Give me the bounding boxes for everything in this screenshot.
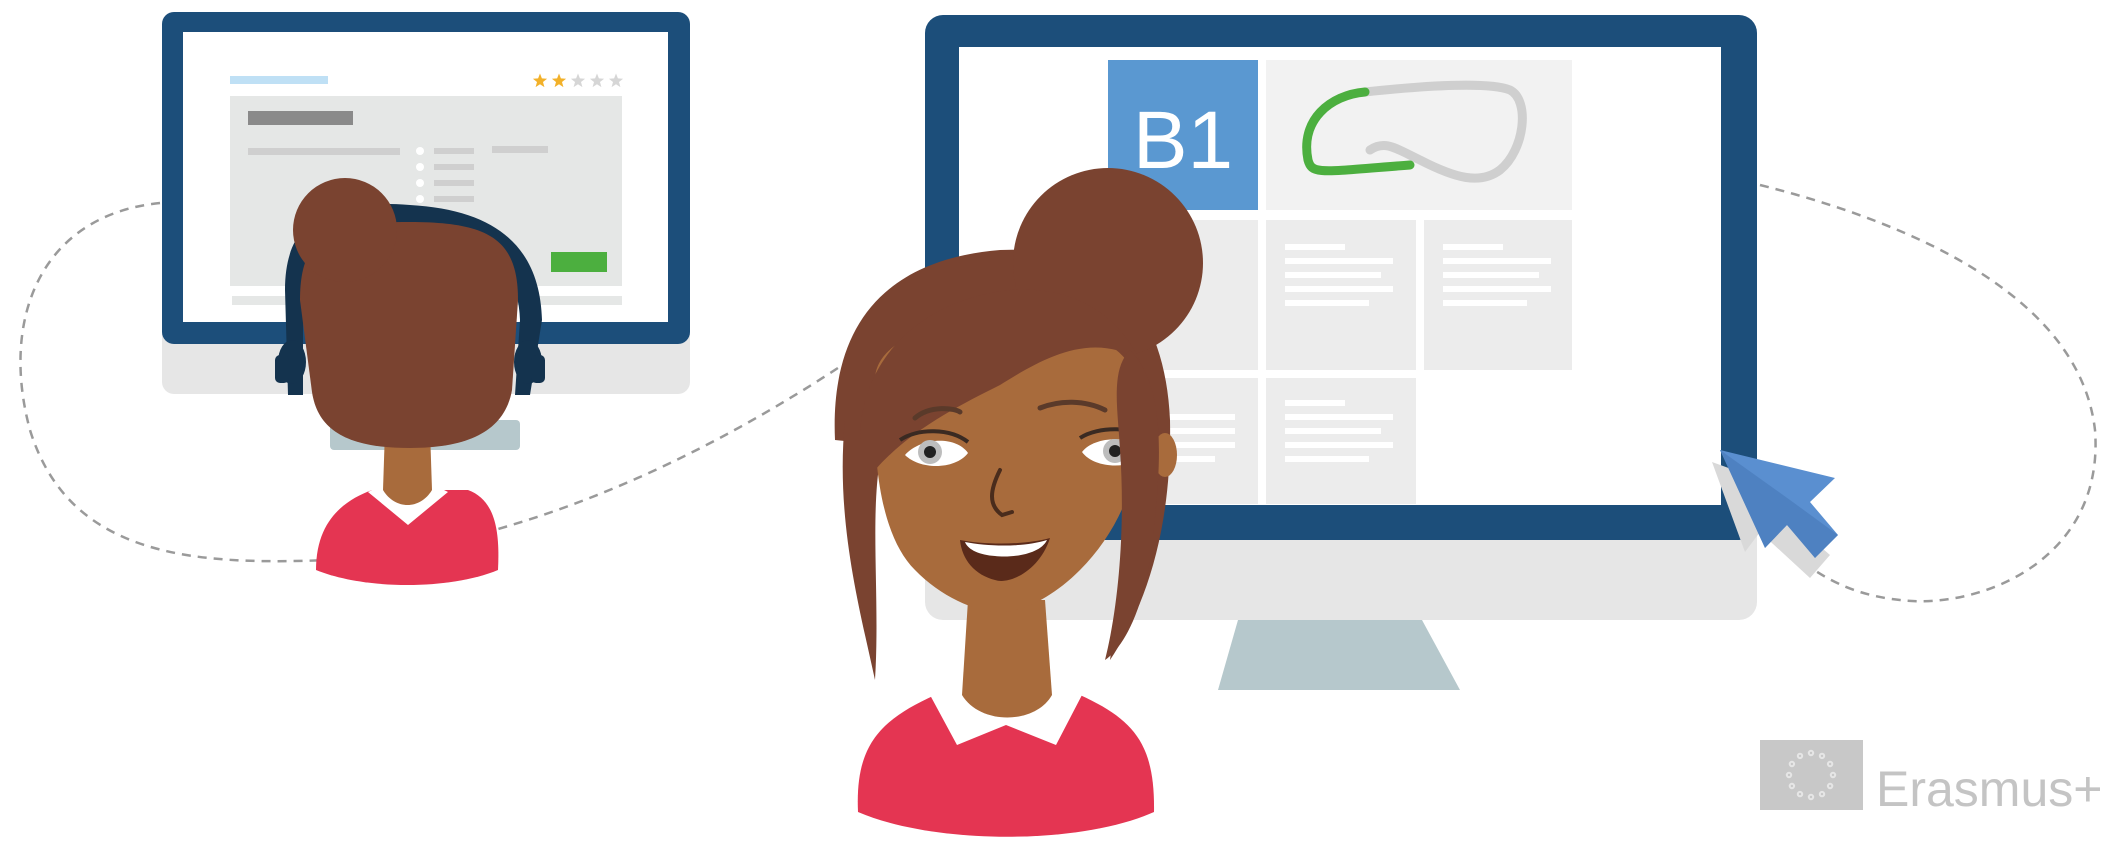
logo-text: Erasmus+ bbox=[1876, 761, 2101, 817]
page-link-bar bbox=[230, 76, 328, 84]
text-line bbox=[492, 146, 548, 153]
illustration-canvas: B1 Erasmus+ bbox=[19, 12, 2101, 837]
monitor-stand bbox=[1218, 620, 1460, 690]
text-line bbox=[248, 148, 400, 155]
green-action-button[interactable] bbox=[551, 252, 607, 272]
person-front-view bbox=[834, 168, 1203, 837]
level-badge-text: B1 bbox=[1133, 95, 1233, 186]
panel-title-bar bbox=[248, 111, 353, 125]
person-back-view bbox=[275, 178, 545, 585]
erasmus-plus-logo: Erasmus+ bbox=[1760, 740, 2101, 817]
